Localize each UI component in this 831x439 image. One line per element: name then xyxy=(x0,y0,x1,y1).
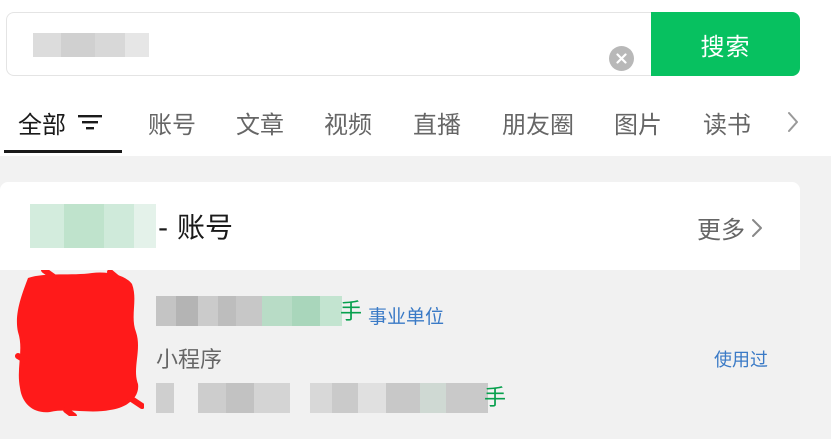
redacted-description xyxy=(156,380,488,416)
tab-videos-label: 视频 xyxy=(324,110,372,139)
redacted-account-name xyxy=(156,296,342,326)
tab-all[interactable]: 全部 xyxy=(18,92,102,152)
card-title: - 账号 xyxy=(158,211,234,244)
tab-accounts[interactable]: 账号 xyxy=(148,92,196,152)
tab-bar: 全部 账号 文章 视频 直播 朋友圈 图片 读书 xyxy=(0,92,831,156)
tab-articles-label: 文章 xyxy=(236,110,284,139)
card-header: - 账号 更多 xyxy=(0,182,800,270)
top-bar: 搜索 全部 账号 文章 视频 直播 朋友圈 图片 读书 xyxy=(0,0,831,156)
clear-circle-icon[interactable] xyxy=(609,46,634,71)
account-result-row[interactable]: 手 事业单位 小程序 使用过 手 xyxy=(0,267,800,439)
accounts-result-card: - 账号 更多 手 事业单位 小程序 使用过 手 xyxy=(0,182,800,439)
tab-images[interactable]: 图片 xyxy=(614,92,662,152)
filter-lines-icon[interactable] xyxy=(78,112,102,132)
more-link-label: 更多 xyxy=(697,216,745,244)
account-name-tail: 手 xyxy=(340,300,363,325)
account-type-badge: 事业单位 xyxy=(368,306,445,328)
used-before-label: 使用过 xyxy=(714,350,768,371)
search-button[interactable]: 搜索 xyxy=(651,12,800,76)
tab-reading[interactable]: 读书 xyxy=(703,92,751,152)
tab-accounts-label: 账号 xyxy=(148,110,196,139)
tab-videos[interactable]: 视频 xyxy=(324,92,372,152)
tab-live[interactable]: 直播 xyxy=(413,92,461,152)
redacted-query-label xyxy=(30,204,156,248)
chevron-right-icon xyxy=(752,218,762,237)
tab-moments[interactable]: 朋友圈 xyxy=(502,92,574,152)
search-input[interactable] xyxy=(6,12,651,76)
tab-images-label: 图片 xyxy=(614,110,662,139)
redacted-avatar xyxy=(14,267,145,419)
tab-live-label: 直播 xyxy=(413,110,461,139)
more-link[interactable]: 更多 xyxy=(697,210,763,245)
redacted-search-query xyxy=(33,33,149,57)
description-tail: 手 xyxy=(484,386,507,411)
tab-reading-label: 读书 xyxy=(703,110,751,139)
account-type-label: 小程序 xyxy=(156,348,223,373)
tab-articles[interactable]: 文章 xyxy=(236,92,284,152)
tab-all-label: 全部 xyxy=(18,110,66,139)
chevron-right-icon[interactable] xyxy=(780,107,806,137)
tab-moments-label: 朋友圈 xyxy=(502,110,574,139)
active-tab-indicator xyxy=(4,150,122,153)
